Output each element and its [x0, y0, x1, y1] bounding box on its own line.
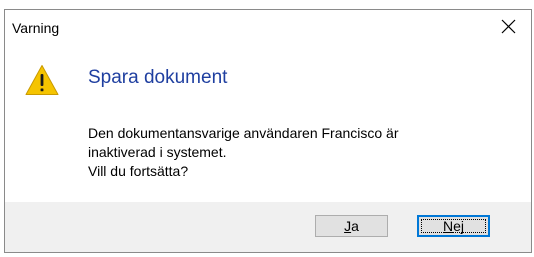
window-title: Varning	[12, 20, 60, 36]
warning-dialog: Varning Spara dokument Den dokumentansva…	[4, 9, 532, 253]
message-line: inaktiverad i systemet.	[88, 144, 227, 160]
dialog-heading: Spara dokument	[88, 67, 228, 88]
yes-button-label: a	[351, 218, 359, 234]
dialog-content: Spara dokument Den dokumentansvarige anv…	[5, 46, 531, 202]
close-icon	[501, 19, 516, 34]
no-button-mnemonic: N	[442, 218, 454, 234]
message-line: Vill du fortsätta?	[88, 163, 189, 179]
message-line: Den dokumentansvarige användaren Francis…	[88, 125, 399, 141]
title-bar: Varning	[5, 10, 531, 46]
dialog-message: Den dokumentansvarige användaren Francis…	[88, 124, 518, 181]
warning-icon	[25, 65, 59, 95]
close-button[interactable]	[487, 10, 531, 44]
no-button[interactable]: Nej	[417, 215, 490, 237]
button-bar: Ja Nej	[5, 202, 531, 252]
no-button-label: ej	[453, 218, 465, 234]
yes-button[interactable]: Ja	[315, 215, 388, 237]
